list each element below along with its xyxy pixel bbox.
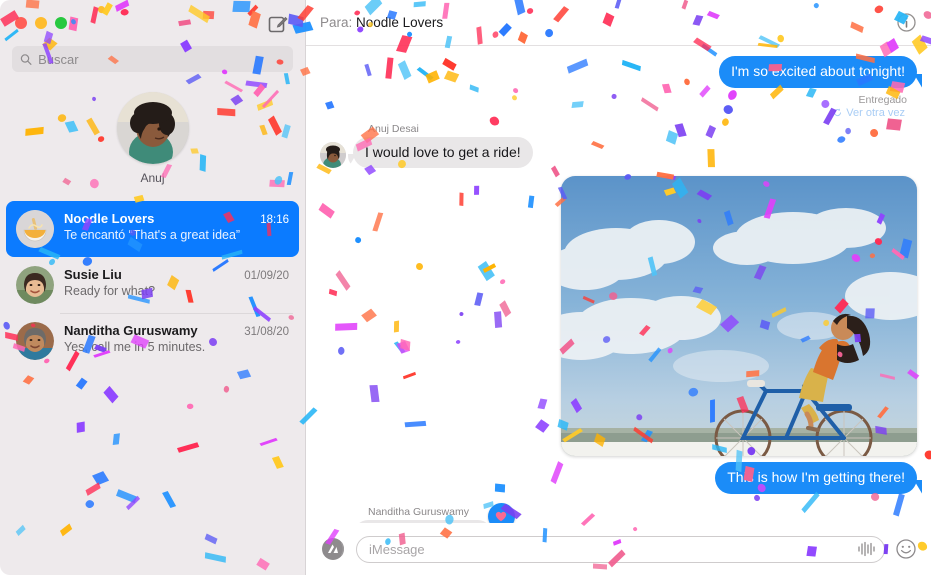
- audio-waveform-icon[interactable]: [856, 541, 876, 557]
- message-bubble[interactable]: This is how I'm getting there!: [715, 462, 917, 494]
- susie-liu-avatar: [16, 266, 54, 304]
- conversation-preview: Ready for what?: [64, 284, 156, 298]
- chat-recipient-name: Noodle Lovers: [356, 15, 444, 30]
- message-list: I'm so excited about tonight! Entregado …: [306, 46, 931, 523]
- minimize-button[interactable]: [35, 17, 47, 29]
- replay-label: Ver otra vez: [846, 106, 905, 119]
- chat-header: Para: Noodle Lovers: [306, 0, 931, 46]
- compose-icon[interactable]: [267, 13, 289, 35]
- message-row-photo: [320, 176, 917, 456]
- message-row-in: I would love to get a ride!: [320, 136, 917, 168]
- titlebar: [0, 0, 305, 46]
- emoji-smiley-icon[interactable]: [895, 538, 917, 560]
- photo-attachment[interactable]: [561, 176, 917, 456]
- message-row-in: That's a great idea: [320, 502, 917, 523]
- chat-pane: Para: Noodle Lovers I'm so excited about…: [306, 0, 931, 575]
- conversation-preview: Yes, call me in 5 minutes.: [64, 340, 206, 354]
- message-input-bar: [306, 523, 931, 575]
- message-bubble[interactable]: That's a great idea: [353, 502, 515, 523]
- search-input[interactable]: [38, 51, 285, 67]
- search-field[interactable]: [12, 46, 293, 72]
- close-button[interactable]: [15, 17, 27, 29]
- conversation-list: Noodle Lovers 18:16 Te encantó “That's a…: [0, 201, 305, 369]
- message-sender: Anuj Desai: [368, 122, 419, 135]
- message-bubble[interactable]: I would love to get a ride!: [353, 136, 533, 168]
- conversation-time: 31/08/20: [244, 326, 289, 338]
- message-status: Entregado: [858, 93, 907, 106]
- message-sender: Nanditha Guruswamy: [368, 505, 469, 518]
- message-bubble[interactable]: I'm so excited about tonight!: [719, 56, 917, 88]
- search-icon: [20, 53, 32, 65]
- replay-icon: [834, 108, 842, 117]
- traffic-lights: [15, 17, 67, 29]
- message-row-out: This is how I'm getting there!: [320, 462, 917, 494]
- pinned-conversations: Anuj: [0, 92, 305, 185]
- zoom-button[interactable]: [55, 17, 67, 29]
- replay-effect-button[interactable]: Ver otra vez: [320, 107, 905, 119]
- anuj-desai-avatar: [320, 142, 346, 168]
- heart-tapback-icon[interactable]: [487, 502, 515, 523]
- sidebar: Anuj Noodle Lovers 18:16: [0, 0, 306, 575]
- conversation-name: Nanditha Guruswamy: [64, 323, 198, 338]
- pinned-name: Anuj: [140, 171, 165, 185]
- conversation-noodle-lovers[interactable]: Noodle Lovers 18:16 Te encantó “That's a…: [6, 201, 299, 257]
- app-store-icon[interactable]: [320, 536, 346, 562]
- conversation-name: Susie Liu: [64, 267, 122, 282]
- info-icon[interactable]: [896, 12, 917, 33]
- conversation-susie-liu[interactable]: Susie Liu 01/09/20 Ready for what?: [6, 257, 299, 313]
- noodle-bowl-avatar: [16, 210, 54, 248]
- conversation-preview: Te encantó “That's a great idea”: [64, 228, 241, 242]
- chat-to-label: Para:: [320, 15, 353, 30]
- conversation-name: Noodle Lovers: [64, 211, 155, 226]
- message-row-out: I'm so excited about tonight!: [320, 56, 917, 88]
- conversation-time: 18:16: [260, 214, 289, 226]
- imessage-field[interactable]: [356, 535, 885, 563]
- conversation-time: 01/09/20: [244, 270, 289, 282]
- nanditha-guruswamy-avatar: [16, 322, 54, 360]
- messages-window: Anuj Noodle Lovers 18:16: [0, 0, 931, 575]
- anuj-avatar[interactable]: [116, 92, 189, 164]
- conversation-nanditha-guruswamy[interactable]: Nanditha Guruswamy 31/08/20 Yes, call me…: [6, 313, 299, 369]
- imessage-input[interactable]: [369, 541, 856, 557]
- chat-recipient: Para: Noodle Lovers: [320, 15, 443, 30]
